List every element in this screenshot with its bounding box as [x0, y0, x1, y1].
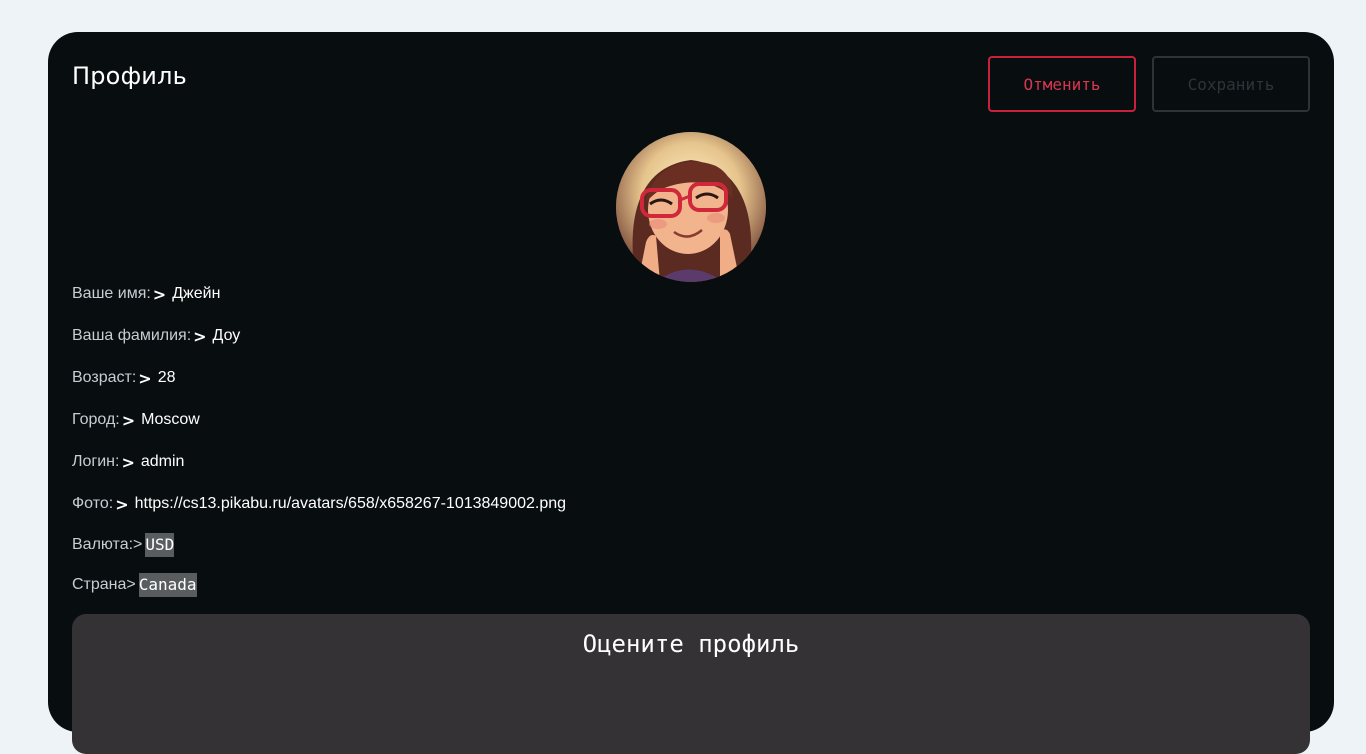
- photo-label: Фото:: [72, 495, 114, 512]
- currency-label: Валюта:: [72, 536, 134, 553]
- last-name-label: Ваша фамилия:: [72, 327, 192, 344]
- photo-value[interactable]: https://cs13.pikabu.ru/avatars/658/x6582…: [135, 495, 566, 513]
- last-name-value[interactable]: Доу: [213, 327, 241, 345]
- login-arrow: >: [121, 452, 135, 472]
- field-currency: Валюта: > USD: [72, 533, 175, 557]
- country-select[interactable]: Canada: [138, 573, 197, 597]
- rating-title: Оцените профиль: [582, 630, 800, 658]
- field-photo: Фото: > https://cs13.pikabu.ru/avatars/6…: [72, 492, 566, 516]
- city-label: Город:: [72, 411, 120, 428]
- field-country: Страна > Canada: [72, 573, 197, 597]
- city-value[interactable]: Moscow: [141, 411, 200, 429]
- age-arrow: >: [138, 368, 152, 388]
- first-name-arrow: >: [152, 284, 167, 304]
- avatar: [616, 132, 766, 282]
- login-label: Логин:: [72, 453, 120, 470]
- first-name-value[interactable]: Джейн: [172, 285, 220, 303]
- field-first-name: Ваше имя: > Джейн: [72, 282, 220, 306]
- photo-arrow: >: [115, 494, 129, 514]
- country-label: Страна: [72, 576, 127, 593]
- age-label: Возраст:: [72, 369, 137, 386]
- profile-card: Профиль Отменить Сохранить Ваше имя: > Д…: [48, 32, 1334, 754]
- login-value[interactable]: admin: [141, 453, 185, 471]
- page-title: Профиль: [72, 62, 187, 90]
- country-arrow: >: [126, 576, 136, 593]
- field-login: Логин: > admin: [72, 450, 184, 474]
- field-age: Возраст: > 28: [72, 366, 176, 390]
- city-arrow: >: [121, 410, 136, 430]
- currency-arrow: >: [133, 536, 143, 553]
- field-city: Город: > Moscow: [72, 408, 200, 432]
- cancel-button[interactable]: Отменить: [988, 56, 1136, 112]
- currency-select[interactable]: USD: [145, 533, 175, 557]
- avatar-portrait-icon: [616, 132, 766, 282]
- age-value[interactable]: 28: [158, 369, 176, 387]
- field-last-name: Ваша фамилия: > Доу: [72, 324, 240, 348]
- rating-panel: Оцените профиль: [72, 614, 1310, 754]
- first-name-label: Ваше имя:: [72, 285, 151, 302]
- save-button[interactable]: Сохранить: [1152, 56, 1310, 112]
- last-name-arrow: >: [193, 326, 207, 346]
